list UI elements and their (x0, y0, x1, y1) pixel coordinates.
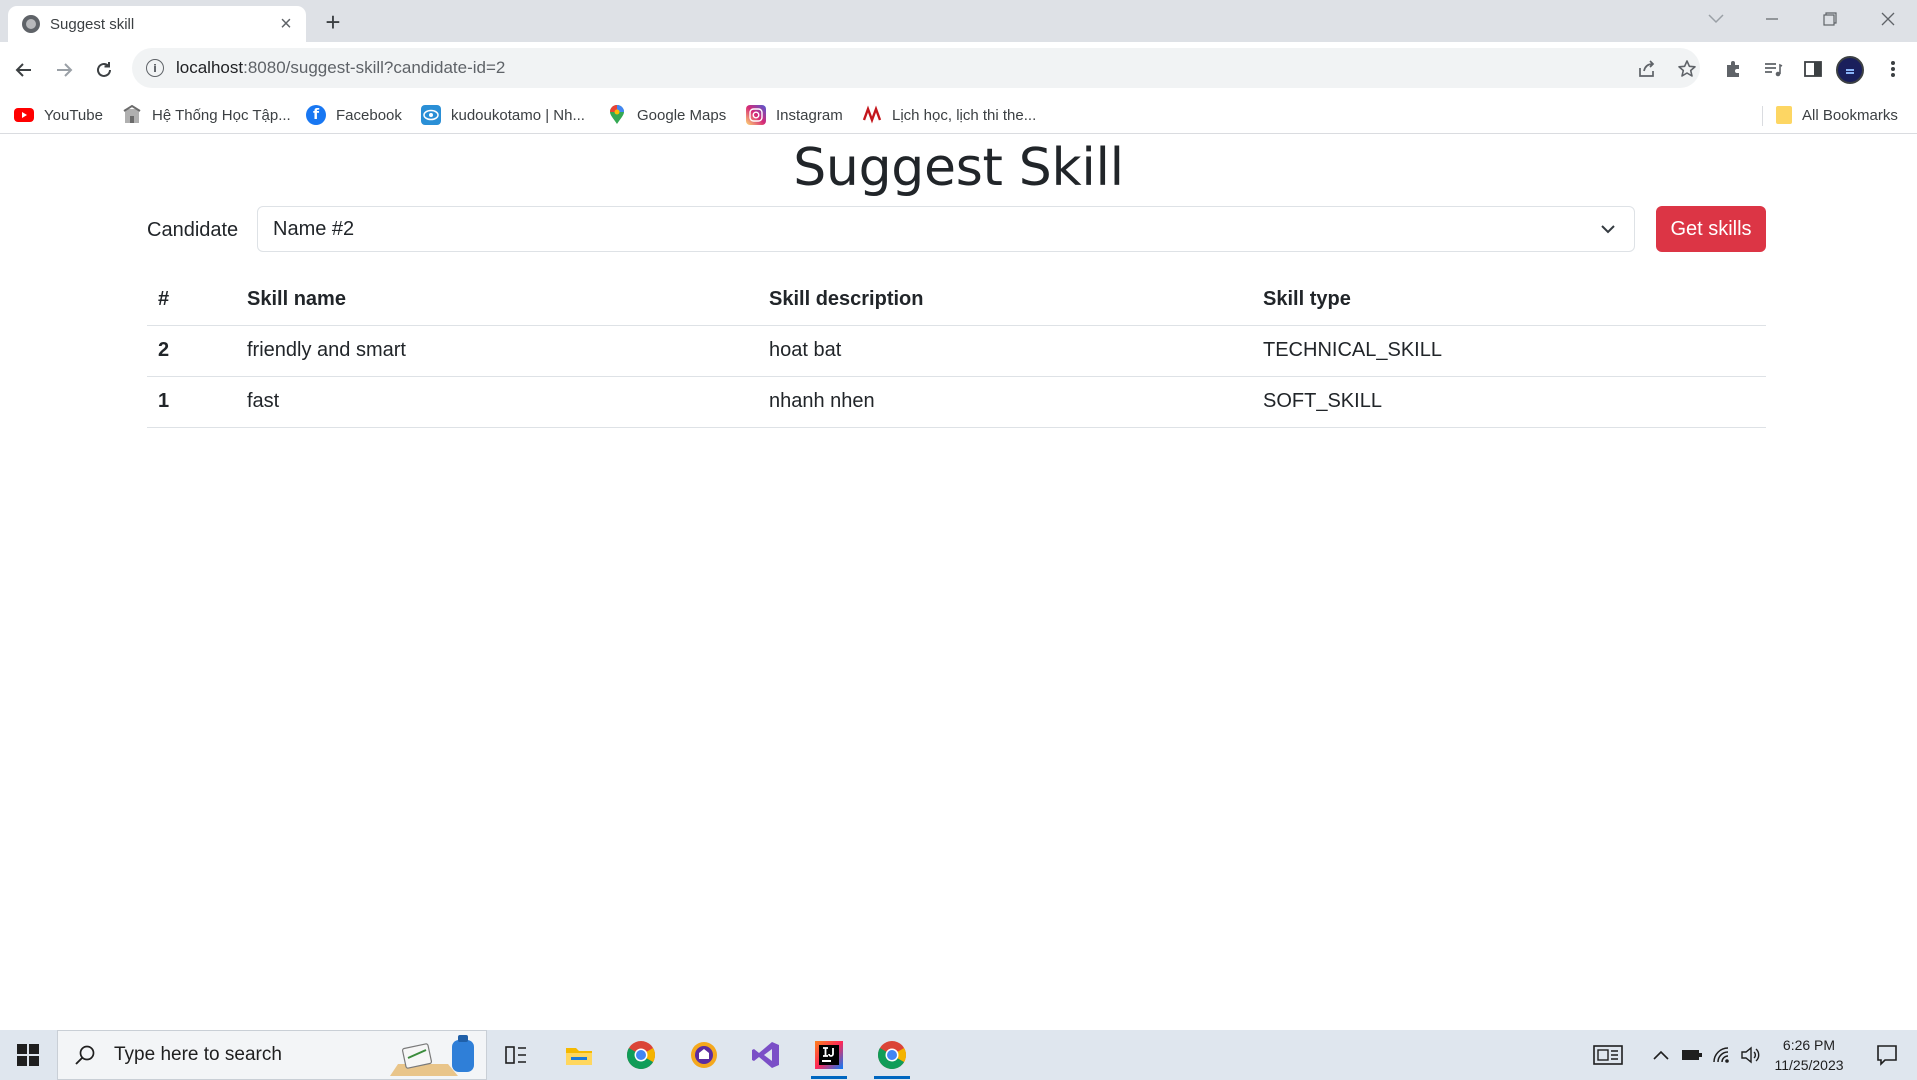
all-bookmarks-folder[interactable]: All Bookmarks (1776, 103, 1898, 127)
maps-pin-icon (607, 105, 627, 125)
windows-logo-icon (17, 1044, 39, 1066)
profile-avatar[interactable] (1836, 56, 1864, 84)
show-hidden-icons-chevron-icon[interactable] (1648, 1030, 1674, 1080)
column-header-skill-description: Skill description (758, 275, 1252, 326)
eye-icon (421, 105, 441, 125)
close-window-icon[interactable] (1860, 0, 1916, 38)
table-header-row: # Skill name Skill description Skill typ… (147, 275, 1766, 326)
minimize-icon[interactable] (1744, 0, 1800, 38)
get-skills-button[interactable]: Get skills (1656, 206, 1766, 252)
extensions-puzzle-icon[interactable] (1720, 56, 1746, 82)
notification-center-icon[interactable] (1862, 1030, 1912, 1080)
page-title: Suggest Skill (793, 138, 1124, 198)
file-explorer-icon[interactable] (555, 1035, 603, 1075)
media-control-icon[interactable] (1760, 56, 1786, 82)
chrome-icon[interactable] (617, 1035, 665, 1075)
bookmark-kudoukotamo[interactable]: kudoukotamo | Nh... (421, 103, 585, 127)
vpn-icon[interactable] (680, 1035, 728, 1075)
table-row: 1 fast nhanh nhen SOFT_SKILL (147, 376, 1766, 428)
page-content: Suggest Skill Candidate Name #2 Get skil… (0, 135, 1917, 1030)
visual-studio-icon[interactable] (742, 1035, 790, 1075)
url-host: localhost (176, 58, 244, 77)
chrome-active-icon[interactable] (868, 1035, 916, 1079)
more-options-icon[interactable] (1880, 56, 1906, 82)
bookmark-instagram[interactable]: Instagram (746, 103, 843, 127)
bookmark-youtube[interactable]: YouTube (14, 103, 103, 127)
bookmark-label: Lịch học, lịch thi the... (892, 106, 1037, 124)
instagram-icon (746, 105, 766, 125)
skills-table: # Skill name Skill description Skill typ… (147, 275, 1766, 428)
new-tab-button[interactable]: + (318, 8, 348, 36)
wifi-icon[interactable] (1708, 1030, 1736, 1080)
all-bookmarks-label: All Bookmarks (1802, 106, 1898, 124)
skill-name-cell: friendly and smart (236, 325, 758, 377)
skill-type-cell: TECHNICAL_SKILL (1252, 325, 1766, 377)
forward-arrow-icon[interactable] (48, 54, 80, 86)
skill-id-cell: 2 (147, 325, 236, 377)
bookmark-google-maps[interactable]: Google Maps (607, 103, 726, 127)
youtube-icon (14, 105, 34, 125)
search-highlight-art-icon (390, 1035, 474, 1076)
intellij-icon[interactable] (805, 1035, 853, 1079)
school-icon (122, 105, 142, 125)
bookmark-label: Hệ Thống Học Tập... (152, 106, 291, 124)
globe-favicon-icon (22, 15, 40, 33)
news-widget-icon[interactable] (1586, 1030, 1630, 1080)
table-row: 2 friendly and smart hoat bat TECHNICAL_… (147, 325, 1766, 377)
side-panel-icon[interactable] (1800, 56, 1826, 82)
column-header-skill-name: Skill name (236, 275, 758, 326)
bookmark-label: Facebook (336, 106, 402, 124)
browser-toolbar: i localhost:8080/suggest-skill?candidate… (0, 42, 1917, 96)
candidate-select[interactable]: Name #2 (257, 206, 1635, 252)
bookmarks-bar: YouTube Hệ Thống Học Tập... f Facebook k… (0, 96, 1917, 134)
skill-name-cell: fast (236, 376, 758, 428)
search-icon (75, 1045, 95, 1065)
reload-icon[interactable] (88, 54, 120, 86)
candidate-label: Candidate (147, 219, 239, 241)
site-info-icon[interactable]: i (146, 59, 164, 77)
chevron-down-icon (1598, 219, 1618, 239)
skill-description-cell: nhanh nhen (758, 376, 1252, 428)
column-header-id: # (147, 275, 236, 326)
skill-type-cell: SOFT_SKILL (1252, 376, 1766, 428)
back-arrow-icon[interactable] (8, 54, 40, 86)
bookmark-facebook[interactable]: f Facebook (306, 103, 402, 127)
bookmark-label: kudoukotamo | Nh... (451, 106, 585, 124)
browser-tab[interactable]: Suggest skill × (8, 6, 306, 42)
skill-id-cell: 1 (147, 376, 236, 428)
bookmark-label: Google Maps (637, 106, 727, 124)
share-icon[interactable] (1635, 57, 1659, 81)
column-header-skill-type: Skill type (1252, 275, 1766, 326)
facebook-icon: f (306, 105, 326, 125)
tab-search-chevron-icon[interactable] (1688, 0, 1744, 38)
address-bar[interactable]: i localhost:8080/suggest-skill?candidate… (132, 48, 1700, 88)
browser-tab-strip: Suggest skill × + (0, 0, 1917, 42)
candidate-selected-value: Name #2 (273, 217, 355, 240)
close-tab-icon[interactable]: × (276, 14, 296, 34)
start-button[interactable] (0, 1030, 56, 1080)
battery-icon[interactable] (1678, 1030, 1706, 1080)
tab-title: Suggest skill (50, 15, 135, 33)
bookmark-he-thong-hoc-tap[interactable]: Hệ Thống Học Tập... (122, 103, 291, 127)
university-logo-icon (862, 105, 882, 125)
bookmarks-divider (1762, 106, 1763, 126)
volume-icon[interactable] (1738, 1030, 1762, 1080)
url-path: :8080/suggest-skill?candidate-id=2 (243, 58, 506, 77)
bookmark-lich-hoc[interactable]: Lịch học, lịch thi the... (862, 103, 1036, 127)
restore-icon[interactable] (1802, 0, 1858, 38)
taskbar-clock[interactable]: 6:26 PM 11/25/2023 (1762, 1035, 1856, 1075)
skill-description-cell: hoat bat (758, 325, 1252, 377)
bookmark-label: Instagram (776, 106, 843, 124)
clock-date: 11/25/2023 (1774, 1057, 1844, 1073)
clock-time: 6:26 PM (1782, 1037, 1836, 1053)
folder-icon (1776, 106, 1792, 124)
bookmark-star-icon[interactable] (1675, 57, 1699, 81)
task-view-icon[interactable] (492, 1035, 540, 1075)
bookmark-label: YouTube (44, 106, 103, 124)
search-placeholder: Type here to search (114, 1044, 282, 1065)
windows-taskbar: Type here to search 6:26 PM 11/25/2023 (0, 1030, 1917, 1080)
